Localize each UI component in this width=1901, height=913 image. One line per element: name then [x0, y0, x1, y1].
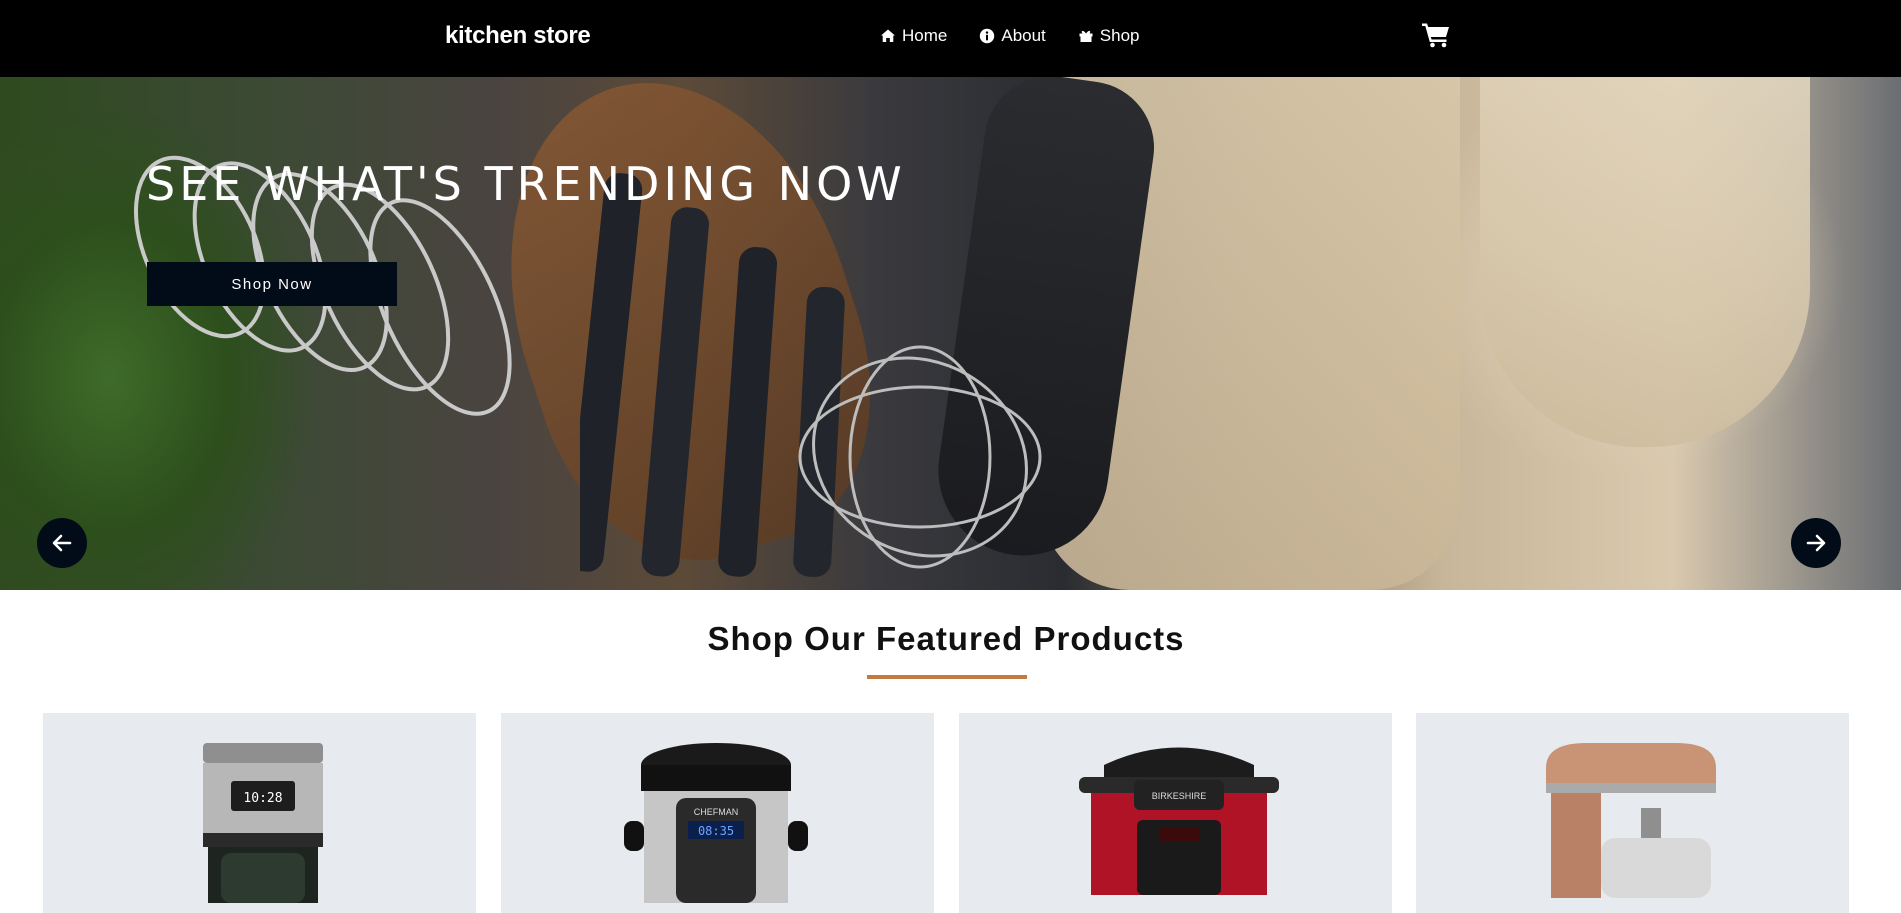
balloon-whisk-shape: [798, 345, 1042, 569]
featured-title: Shop Our Featured Products: [707, 620, 1185, 657]
pressure-cooker-display: 08:35: [698, 824, 734, 838]
product-card[interactable]: 10:28: [43, 713, 476, 913]
product-card[interactable]: BIRKESHIRE: [959, 713, 1392, 913]
hero-carousel: SEE WHAT'S TRENDING NOW Shop Now: [0, 77, 1901, 590]
carousel-prev-button[interactable]: [37, 518, 87, 568]
shop-now-button[interactable]: Shop Now: [147, 262, 397, 306]
stand-mixer-image: [1546, 743, 1716, 898]
nav-link-shop[interactable]: Shop: [1078, 26, 1140, 46]
cutting-board-shape-2: [1480, 77, 1810, 447]
hero-title: SEE WHAT'S TRENDING NOW: [146, 157, 906, 211]
title-underline: [867, 675, 1027, 679]
red-cooker-brand: BIRKESHIRE: [1152, 791, 1207, 801]
coffee-maker-display: 10:28: [243, 791, 282, 806]
pressure-cooker-brand: CHEFMAN: [694, 807, 739, 817]
nav-link-shop-label: Shop: [1099, 26, 1140, 45]
home-icon: [881, 29, 895, 42]
product-card[interactable]: CHEFMAN 08:35: [501, 713, 934, 913]
brand-logo[interactable]: kitchen store: [445, 22, 591, 50]
nav-link-about-label: About: [1001, 26, 1046, 45]
info-icon: [980, 28, 995, 44]
arrow-left-icon: [52, 534, 72, 552]
nav-link-home[interactable]: Home: [880, 26, 947, 46]
arrow-right-icon: [1806, 534, 1826, 552]
nav-link-home-label: Home: [902, 26, 948, 45]
pressure-cooker-image: CHEFMAN 08:35: [624, 743, 808, 903]
cart-icon: [1422, 23, 1449, 48]
nav-link-about[interactable]: About: [979, 26, 1046, 46]
gift-icon: [1079, 30, 1093, 42]
navbar: kitchen store Home About Shop: [0, 0, 1901, 77]
coffee-maker-image: 10:28: [203, 743, 323, 903]
red-pressure-cooker-image: BIRKESHIRE: [1079, 747, 1279, 895]
nav-links: Home About Shop: [880, 26, 1140, 46]
product-card[interactable]: [1416, 713, 1849, 913]
carousel-next-button[interactable]: [1791, 518, 1841, 568]
cart-button[interactable]: [1422, 22, 1450, 48]
